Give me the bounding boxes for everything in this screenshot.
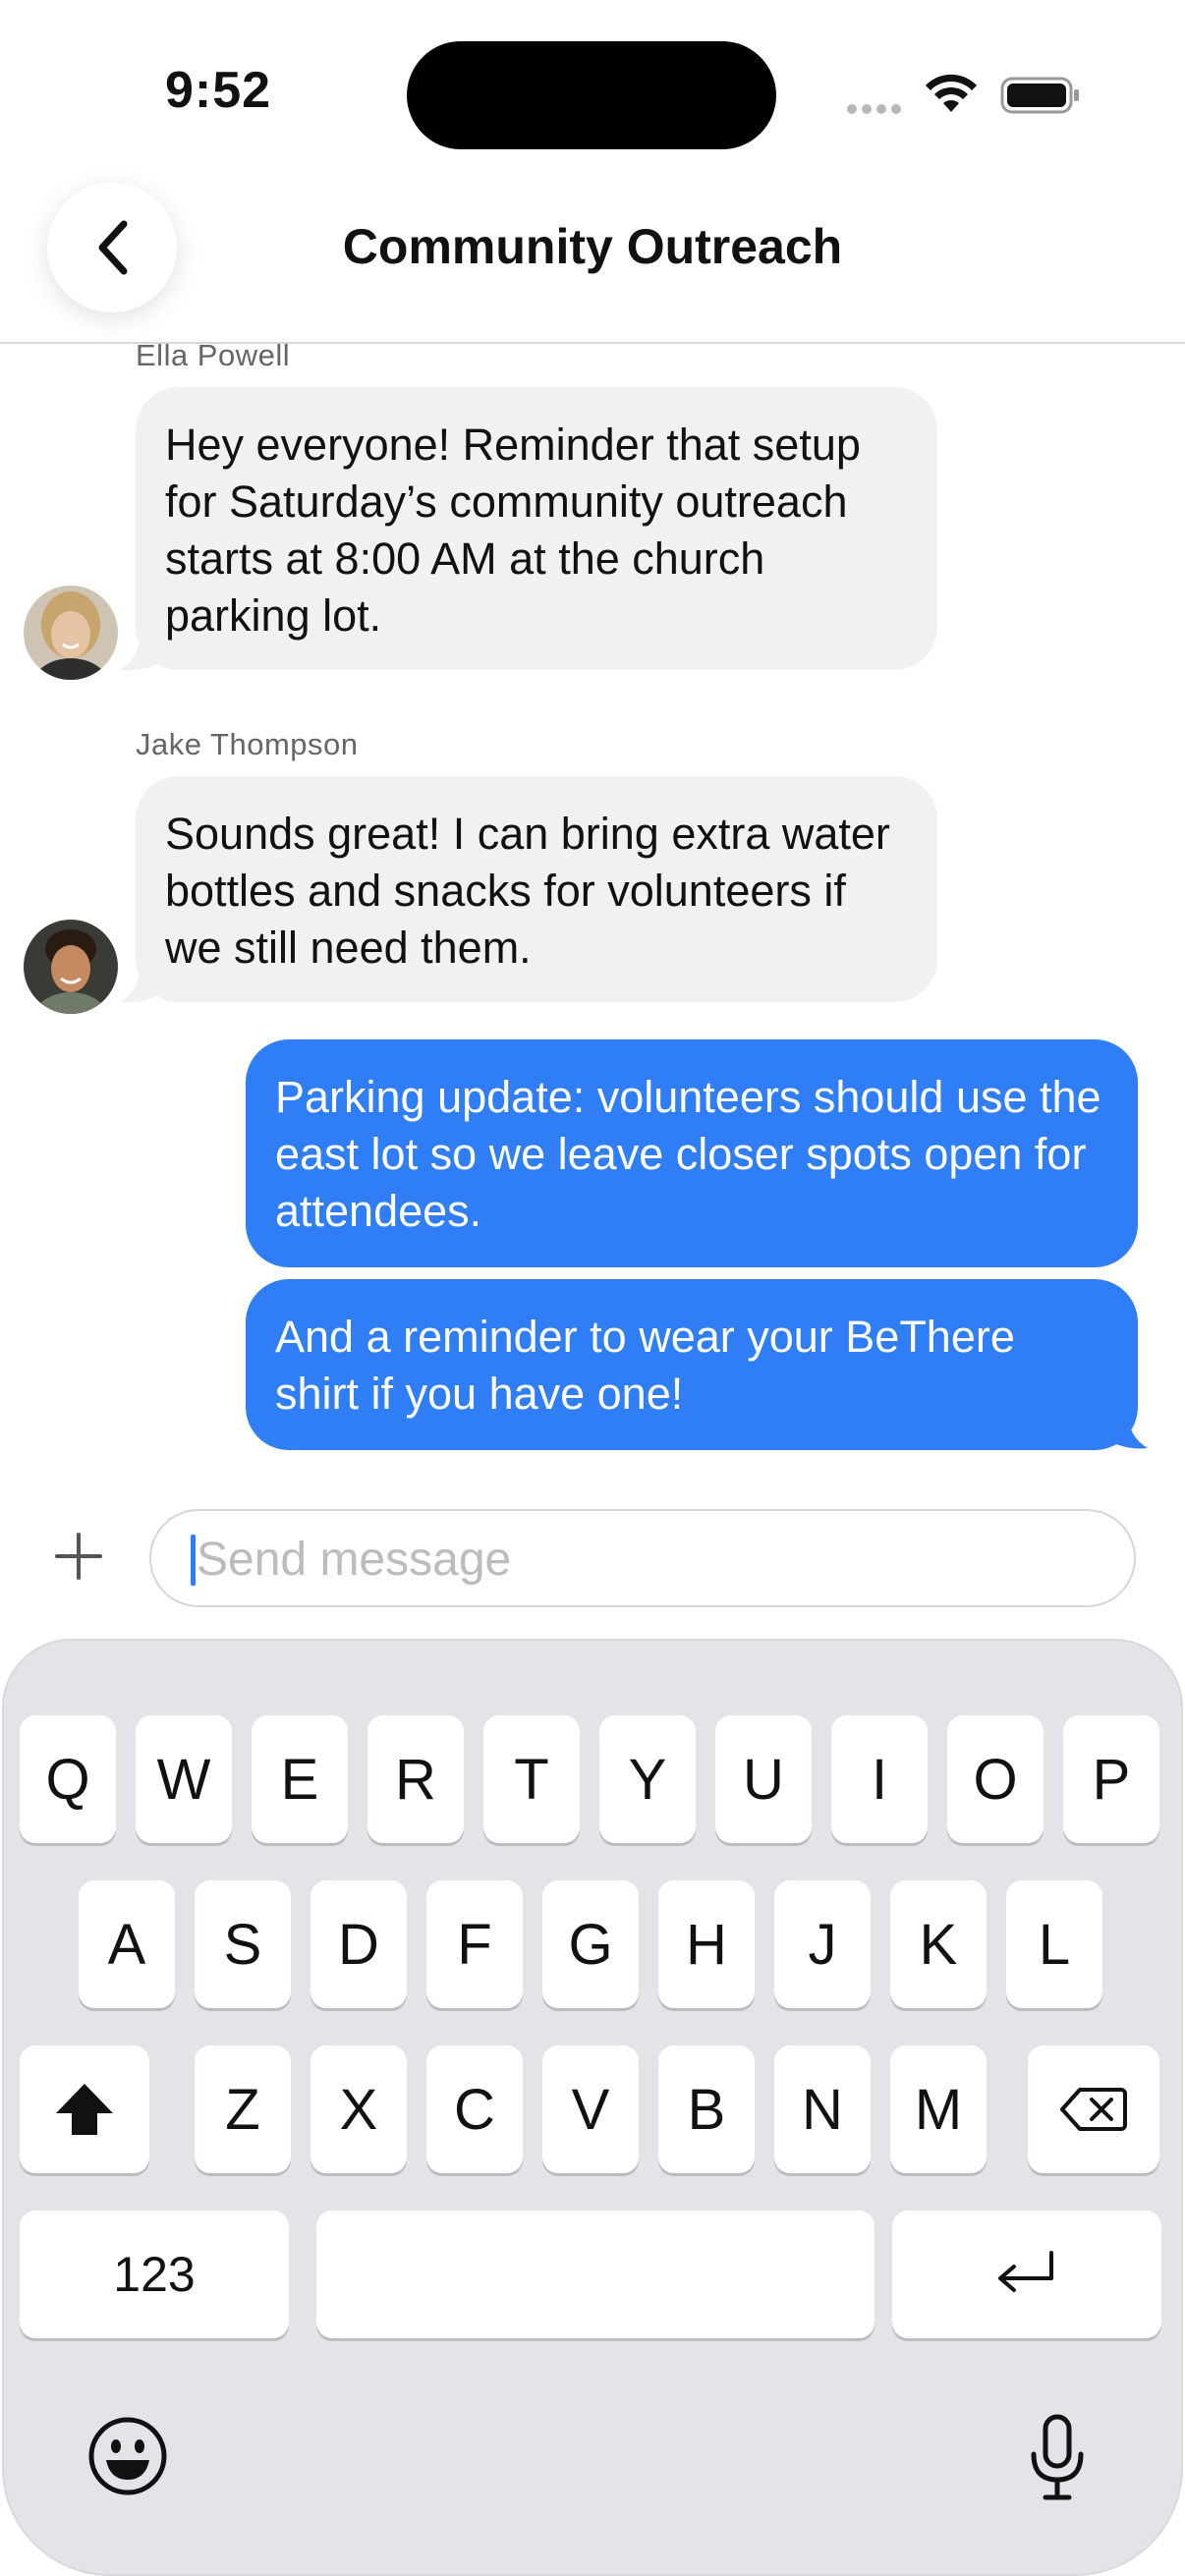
key-s[interactable]: S (195, 1880, 291, 2008)
key-q[interactable]: Q (20, 1715, 116, 1843)
key-t[interactable]: T (483, 1715, 580, 1843)
key-k[interactable]: K (890, 1880, 987, 2008)
chat-title: Community Outreach (342, 219, 843, 274)
delete-key[interactable] (1028, 2045, 1159, 2173)
key-w[interactable]: W (136, 1715, 232, 1843)
key-c[interactable]: C (426, 2045, 523, 2173)
bubble-tail (120, 635, 157, 671)
battery-icon (1000, 77, 1079, 114)
plus-icon[interactable] (51, 1529, 106, 1584)
keyboard: Q W E R T Y U I O P A S D F G H J K L Z … (2, 1639, 1183, 2576)
key-y[interactable]: Y (599, 1715, 696, 1843)
avatar-jake-thompson[interactable] (24, 920, 118, 1014)
sender-name: Jake Thompson (136, 727, 359, 761)
numbers-key[interactable]: 123 (20, 2211, 289, 2338)
shift-icon (56, 2084, 113, 2135)
avatar-photo (24, 586, 118, 680)
key-b[interactable]: B (658, 2045, 755, 2173)
text-cursor (191, 1535, 196, 1586)
key-g[interactable]: G (542, 1880, 639, 2008)
space-key[interactable] (316, 2211, 875, 2338)
key-h[interactable]: H (658, 1880, 755, 2008)
key-o[interactable]: O (947, 1715, 1044, 1843)
key-n[interactable]: N (774, 2045, 871, 2173)
key-a[interactable]: A (79, 1880, 175, 2008)
chat-header: Community Outreach (0, 157, 1185, 344)
key-p[interactable]: P (1063, 1715, 1159, 1843)
shift-key[interactable] (20, 2045, 149, 2173)
key-f[interactable]: F (426, 1880, 523, 2008)
return-icon (998, 2251, 1053, 2292)
key-m[interactable]: M (890, 2045, 987, 2173)
message-bubble-outgoing[interactable]: Parking update: volunteers should use th… (246, 1039, 1138, 1267)
message-bubble-outgoing[interactable]: And a reminder to wear your BeThere shir… (246, 1279, 1138, 1450)
delete-icon (1060, 2088, 1127, 2131)
key-u[interactable]: U (715, 1715, 812, 1843)
message-bubble-incoming[interactable]: Sounds great! I can bring extra water bo… (136, 776, 937, 1002)
message-input[interactable] (197, 1525, 1100, 1594)
avatar-photo (24, 920, 118, 1014)
microphone-icon[interactable] (1026, 2413, 1089, 2503)
emoji-icon[interactable] (86, 2415, 169, 2497)
key-x[interactable]: X (310, 2045, 407, 2173)
key-d[interactable]: D (310, 1880, 407, 2008)
sender-name: Ella Powell (136, 338, 291, 372)
status-time: 9:52 (165, 62, 272, 119)
return-key[interactable] (892, 2211, 1161, 2338)
key-z[interactable]: Z (195, 2045, 291, 2173)
key-l[interactable]: L (1006, 1880, 1102, 2008)
key-r[interactable]: R (367, 1715, 464, 1843)
key-i[interactable]: I (831, 1715, 928, 1843)
bubble-tail (1110, 1413, 1148, 1449)
wifi-icon (926, 74, 977, 112)
bubble-tail (120, 967, 157, 1003)
message-bubble-incoming[interactable]: Hey everyone! Reminder that setup for Sa… (136, 387, 937, 670)
cellular-signal-icon (847, 101, 910, 114)
key-e[interactable]: E (252, 1715, 348, 1843)
key-j[interactable]: J (774, 1880, 871, 2008)
message-input-container[interactable] (149, 1509, 1136, 1607)
dynamic-island (407, 41, 776, 149)
key-v[interactable]: V (542, 2045, 639, 2173)
avatar-ella-powell[interactable] (24, 586, 118, 680)
